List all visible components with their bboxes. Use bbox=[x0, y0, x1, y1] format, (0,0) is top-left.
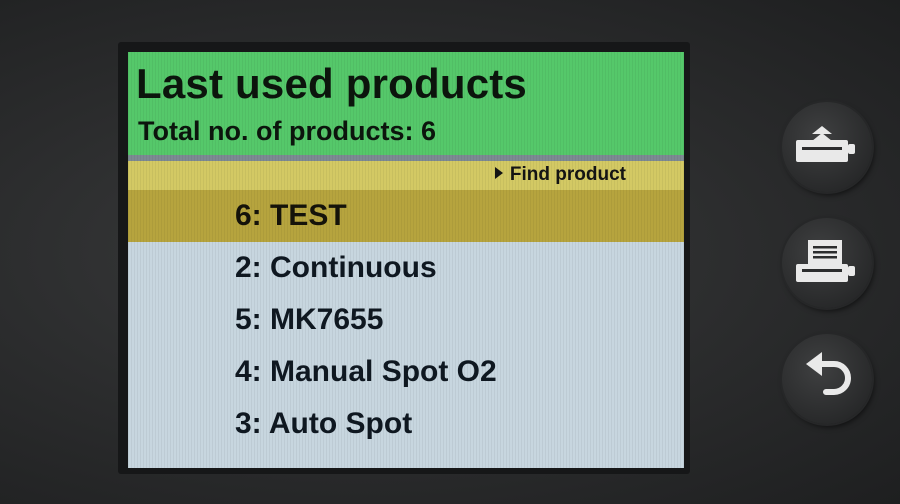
printer-icon bbox=[796, 240, 855, 282]
list-item[interactable]: 5: MK7655 bbox=[128, 294, 684, 346]
paper-feed-button[interactable] bbox=[782, 102, 872, 192]
play-arrow-icon bbox=[494, 167, 503, 179]
find-bar: Find product bbox=[128, 161, 684, 190]
paper-feed-icon bbox=[796, 126, 855, 162]
lcd-screen: Last used products Total no. of products… bbox=[128, 52, 684, 468]
page-title: Last used products bbox=[136, 60, 527, 107]
list-item[interactable]: 3: Auto Spot bbox=[128, 398, 684, 450]
print-button[interactable] bbox=[782, 218, 872, 308]
list-item[interactable]: 2: Continuous bbox=[128, 242, 684, 294]
back-arrow-icon bbox=[806, 352, 851, 395]
find-product-link[interactable]: Find product bbox=[494, 164, 626, 186]
find-product-label: Find product bbox=[509, 164, 626, 185]
list-item[interactable]: 6: TEST bbox=[128, 190, 684, 242]
header: Last used products Total no. of products… bbox=[128, 52, 684, 155]
list-item[interactable]: 4: Manual Spot O2 bbox=[128, 346, 684, 398]
product-list: 6: TEST 2: Continuous 5: MK7655 4: Manua… bbox=[128, 190, 684, 450]
product-count: Total no. of products: 6 bbox=[138, 116, 436, 146]
back-button[interactable] bbox=[782, 334, 872, 424]
device-panel: Last used products Total no. of products… bbox=[0, 0, 900, 504]
